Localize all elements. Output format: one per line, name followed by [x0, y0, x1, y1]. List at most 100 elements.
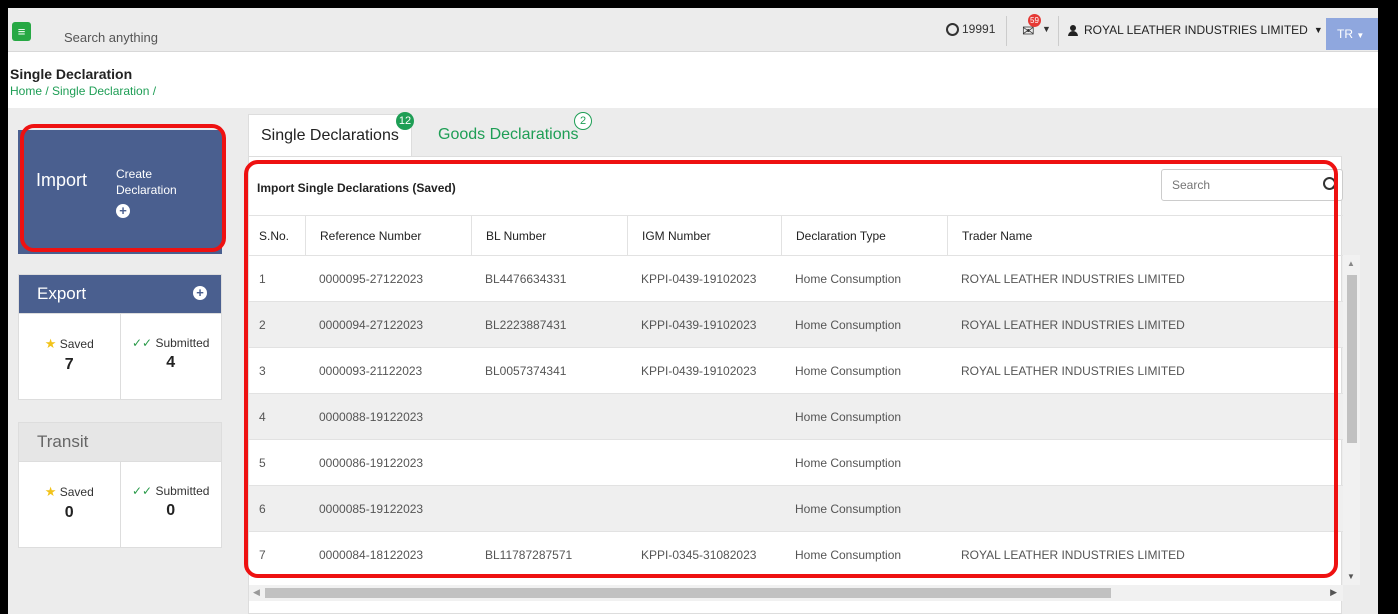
tab-single-declarations[interactable]: Single Declarations	[248, 114, 412, 156]
table-cell: 0000094-27122023	[319, 317, 424, 332]
column-header[interactable]: S.No.	[249, 216, 305, 256]
saved-label: Saved	[59, 485, 94, 499]
chevron-down-icon[interactable]: ▼	[1042, 24, 1051, 34]
table-cell: KPPI-0439-19102023	[641, 363, 757, 378]
saved-count: 0	[64, 504, 74, 521]
table-cell: Home Consumption	[795, 455, 902, 470]
table-cell: KPPI-0439-19102023	[641, 317, 757, 332]
global-search-input[interactable]: Search anything	[64, 30, 158, 45]
double-check-icon: ✓✓	[132, 336, 153, 350]
column-header[interactable]: Declaration Type	[781, 215, 947, 256]
user-menu[interactable]: ROYAL LEATHER INDUSTRIES LIMITED ▼	[1068, 23, 1323, 37]
credits-display: 19991	[946, 22, 995, 36]
table-cell: Home Consumption	[795, 409, 902, 424]
table-row[interactable]: 5 0000086-19122023 Home Consumption	[249, 439, 1343, 485]
import-title: Import	[36, 170, 88, 190]
language-label: TR	[1337, 27, 1353, 41]
app-window: ≡ Search anything 19991 ✉ 59 ▼ ROYAL LEA…	[8, 8, 1378, 614]
table-cell: Home Consumption	[795, 317, 902, 332]
search-icon[interactable]	[1323, 177, 1336, 190]
user-name: ROYAL LEATHER INDUSTRIES LIMITED	[1084, 23, 1308, 37]
import-card[interactable]: Import Create Declaration +	[18, 130, 222, 254]
declarations-table: S.No. Reference Number BL Number IGM Num…	[249, 215, 1343, 577]
page-header: Single Declaration Home / Single Declara…	[8, 52, 1378, 108]
transit-title: Transit	[37, 432, 89, 451]
plus-circle-icon[interactable]: +	[193, 286, 207, 300]
submitted-label: Submitted	[155, 336, 210, 350]
tab-goods-declarations[interactable]: Goods Declarations	[426, 114, 591, 156]
export-submitted[interactable]: ✓✓ Submitted 4	[119, 314, 222, 399]
table-cell: BL4476634331	[485, 271, 567, 286]
divider	[1006, 16, 1007, 46]
transit-stats: ★ Saved 0 ✓✓ Submitted 0	[19, 461, 221, 547]
table-cell: 7	[259, 547, 266, 562]
export-saved[interactable]: ★ Saved 7	[19, 314, 120, 399]
scrollbar-thumb[interactable]	[1347, 275, 1357, 443]
export-stats: ★ Saved 7 ✓✓ Submitted 4	[19, 313, 221, 399]
scrollbar-thumb[interactable]	[265, 588, 1111, 598]
export-title: Export	[37, 284, 87, 303]
table-cell: 1	[259, 271, 266, 286]
submitted-count: 4	[166, 354, 176, 371]
table-cell: Home Consumption	[795, 547, 902, 562]
chevron-down-icon: ▼	[1356, 31, 1365, 40]
saved-label: Saved	[59, 337, 94, 351]
chevron-down-icon: ▼	[1313, 25, 1323, 35]
export-header[interactable]: Export +	[19, 275, 221, 313]
table-row[interactable]: 7 0000084-18122023 BL11787287571 KPPI-0345-…	[249, 531, 1343, 577]
hamburger-menu-icon[interactable]: ≡	[12, 22, 31, 41]
table-cell: ROYAL LEATHER INDUSTRIES LIMITED	[961, 363, 1185, 378]
table-row[interactable]: 2 0000094-27122023 BL2223887431 KPPI-0439-1…	[249, 301, 1343, 347]
table-row[interactable]: 4 0000088-19122023 Home Consumption	[249, 393, 1343, 439]
submitted-count: 0	[166, 502, 176, 519]
scroll-down-icon[interactable]: ▼	[1347, 572, 1355, 581]
horizontal-scrollbar[interactable]: ◀ ▶	[249, 585, 1343, 601]
table-cell: Home Consumption	[795, 501, 902, 516]
divider	[1058, 16, 1059, 46]
breadcrumb[interactable]: Home / Single Declaration /	[10, 84, 156, 98]
table-cell: BL11787287571	[485, 547, 573, 562]
submitted-label: Submitted	[155, 484, 210, 498]
table-cell: 0000088-19122023	[319, 409, 424, 424]
table-row[interactable]: 3 0000093-21122023 BL0057374341 KPPI-0439-1…	[249, 347, 1343, 393]
create-declaration-link[interactable]: Create Declaration	[116, 166, 196, 198]
table-row[interactable]: 1 0000095-27122023 BL4476634331 KPPI-0439-1…	[249, 255, 1343, 301]
table-cell: Home Consumption	[795, 363, 902, 378]
credits-value: 19991	[962, 22, 996, 36]
coin-icon	[946, 22, 959, 36]
column-header[interactable]: BL Number	[471, 215, 627, 256]
transit-submitted[interactable]: ✓✓ Submitted 0	[119, 462, 222, 547]
table-cell: BL0057374341	[485, 363, 567, 378]
scroll-right-icon[interactable]: ▶	[1330, 587, 1337, 598]
transit-saved[interactable]: ★ Saved 0	[19, 462, 120, 547]
scroll-up-icon[interactable]: ▲	[1347, 259, 1355, 268]
user-icon	[1068, 24, 1078, 36]
export-card: Export + ★ Saved 7 ✓✓ Submitted 4	[18, 274, 222, 400]
table-cell: 6	[259, 501, 266, 516]
table-cell: BL2223887431	[485, 317, 567, 332]
table-cell: ROYAL LEATHER INDUSTRIES LIMITED	[961, 317, 1185, 332]
table-cell: 5	[259, 455, 266, 470]
vertical-scrollbar[interactable]: ▲ ▼	[1343, 255, 1360, 585]
table-search-input[interactable]	[1161, 169, 1343, 201]
column-header[interactable]: Reference Number	[305, 215, 471, 256]
table-title: Import Single Declarations (Saved)	[257, 181, 456, 195]
star-icon: ★	[44, 484, 57, 499]
scroll-left-icon[interactable]: ◀	[253, 587, 260, 598]
table-cell: 0000084-18122023	[319, 547, 424, 562]
table-header-row: S.No. Reference Number BL Number IGM Num…	[249, 215, 1343, 256]
table-cell: Home Consumption	[795, 271, 902, 286]
saved-count: 7	[64, 356, 74, 373]
page-title: Single Declaration	[10, 66, 133, 82]
table-row[interactable]: 6 0000085-19122023 Home Consumption	[249, 485, 1343, 531]
transit-card: Transit ★ Saved 0 ✓✓ Submitted 0	[18, 422, 222, 548]
table-cell: 0000085-19122023	[319, 501, 424, 516]
column-header[interactable]: IGM Number	[627, 215, 781, 256]
column-header[interactable]: Trader Name	[947, 215, 1327, 256]
table-cell: 0000093-21122023	[319, 363, 423, 378]
language-menu-button[interactable]: TR ▼	[1326, 18, 1378, 50]
declaration-tabs: Single Declarations 12 Goods Declaration…	[248, 112, 1378, 156]
double-check-icon: ✓✓	[132, 484, 153, 498]
table-cell: KPPI-0439-19102023	[641, 271, 757, 286]
plus-circle-icon[interactable]: +	[116, 204, 130, 218]
